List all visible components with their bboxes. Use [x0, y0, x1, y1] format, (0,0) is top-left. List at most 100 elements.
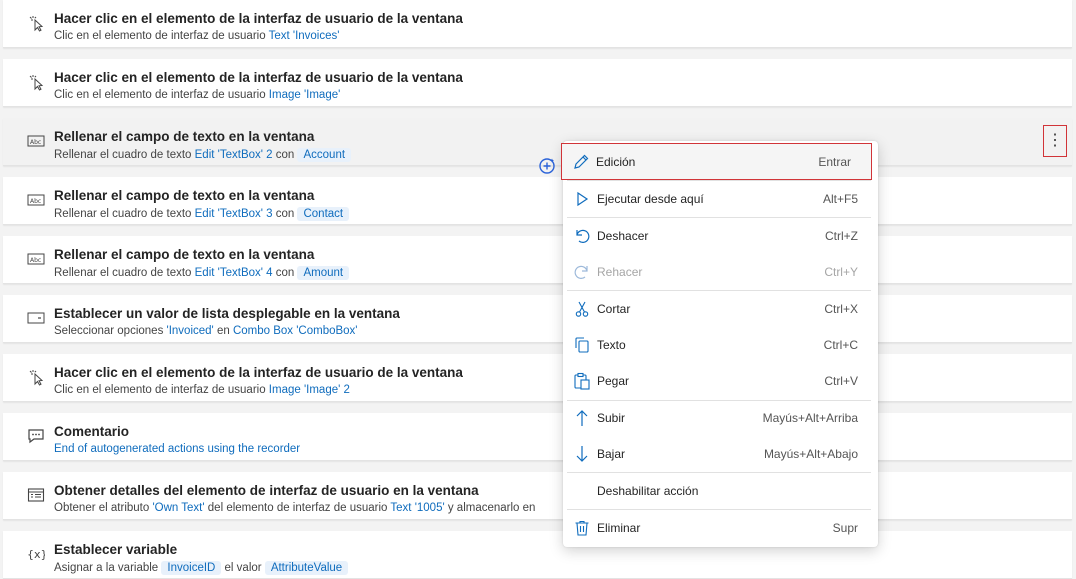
- more-options-button[interactable]: ⋮: [1043, 125, 1067, 157]
- copy-icon: [573, 336, 591, 354]
- menu-item-edit[interactable]: Edición Entrar: [561, 143, 872, 180]
- action-row-set-variable[interactable]: {x} Establecer variable Asignar a la var…: [3, 531, 1072, 579]
- cursor-click-icon: [27, 14, 45, 32]
- menu-item-run-from-here[interactable]: Ejecutar desde aquí Alt+F5: [563, 181, 878, 217]
- menu-item-shortcut: Mayús+Alt+Arriba: [762, 411, 858, 425]
- menu-item-disable-action[interactable]: Deshabilitar acción: [563, 473, 878, 509]
- menu-item-cut[interactable]: Cortar Ctrl+X: [563, 291, 878, 327]
- ui-element-link[interactable]: Combo Box 'ComboBox': [233, 325, 358, 337]
- subtitle-text: con: [272, 267, 298, 279]
- variable-chip[interactable]: Amount: [297, 266, 350, 280]
- action-title: Hacer clic en el elemento de la interfaz…: [54, 365, 463, 380]
- action-subtitle: Rellenar el cuadro de texto Edit 'TextBo…: [54, 207, 350, 221]
- ui-element-link[interactable]: Text '1005': [390, 502, 444, 514]
- action-subtitle: Clic en el elemento de interfaz de usuar…: [54, 89, 340, 101]
- details-icon: [27, 486, 45, 504]
- subtitle-text: el valor: [221, 562, 265, 574]
- subtitle-text: del elemento de interfaz de usuario: [204, 502, 391, 514]
- menu-item-label: Cortar: [597, 302, 631, 316]
- menu-item-label: Texto: [597, 338, 626, 352]
- variable-chip[interactable]: Account: [297, 148, 352, 162]
- action-row-click-image[interactable]: Hacer clic en el elemento de la interfaz…: [3, 59, 1072, 107]
- subtitle-text: Rellenar el cuadro de texto: [54, 267, 195, 279]
- menu-item-paste[interactable]: Pegar Ctrl+V: [563, 363, 878, 399]
- menu-item-shortcut: Mayús+Alt+Abajo: [763, 447, 858, 461]
- textbox-icon: Abc: [27, 250, 45, 268]
- variable-chip[interactable]: InvoiceID: [161, 561, 222, 575]
- ui-element-link[interactable]: Image 'Image' 2: [269, 384, 350, 396]
- action-row-set-dropdown[interactable]: Establecer un valor de lista desplegable…: [3, 295, 1072, 343]
- menu-item-label: Eliminar: [597, 521, 641, 535]
- menu-item-shortcut: Ctrl+X: [824, 302, 858, 316]
- comment-icon: [27, 427, 45, 445]
- context-menu: Edición Entrar Ejecutar desde aquí Alt+F…: [561, 141, 878, 547]
- undo-icon: [573, 227, 591, 245]
- action-row-get-details[interactable]: Obtener detalles del elemento de interfa…: [3, 472, 1072, 520]
- action-subtitle: Asignar a la variable InvoiceID el valor…: [54, 561, 349, 575]
- menu-item-shortcut: Ctrl+C: [823, 338, 858, 352]
- action-row-comment[interactable]: Comentario End of autogenerated actions …: [3, 413, 1072, 461]
- action-row-fill-textbox-3[interactable]: Abc Rellenar el campo de texto en la ven…: [3, 177, 1072, 225]
- action-subtitle: Obtener el atributo 'Own Text' del eleme…: [54, 502, 535, 514]
- svg-text:Abc: Abc: [30, 139, 41, 146]
- dropdown-icon: [27, 309, 45, 327]
- trash-icon: [573, 519, 591, 537]
- attribute-link[interactable]: 'Own Text': [152, 502, 204, 514]
- menu-item-label: Edición: [596, 155, 636, 169]
- menu-item-shortcut: Entrar: [818, 155, 851, 169]
- arrow-down-icon: [573, 445, 591, 463]
- subtitle-text: con: [272, 208, 298, 220]
- subtitle-text: con: [272, 149, 298, 161]
- subtitle-text: Clic en el elemento de interfaz de usuar…: [54, 89, 269, 101]
- variable-icon: {x}: [27, 545, 48, 563]
- variable-chip[interactable]: Contact: [297, 207, 350, 221]
- action-title: Rellenar el campo de texto en la ventana: [54, 188, 315, 203]
- subtitle-text: y almacenarlo en: [444, 502, 536, 514]
- menu-item-move-up[interactable]: Subir Mayús+Alt+Arriba: [563, 400, 878, 436]
- subtitle-text: Rellenar el cuadro de texto: [54, 149, 195, 161]
- menu-item-undo[interactable]: Deshacer Ctrl+Z: [563, 218, 878, 254]
- paste-icon: [573, 372, 591, 390]
- textbox-icon: Abc: [27, 191, 45, 209]
- menu-item-label: Subir: [597, 411, 626, 425]
- variable-chip[interactable]: AttributeValue: [264, 561, 349, 575]
- svg-text:Abc: Abc: [30, 257, 41, 264]
- action-subtitle: End of autogenerated actions using the r…: [54, 443, 300, 455]
- menu-item-delete[interactable]: Eliminar Supr: [563, 510, 878, 546]
- action-subtitle: Clic en el elemento de interfaz de usuar…: [54, 384, 350, 396]
- action-row-click-invoices[interactable]: Hacer clic en el elemento de la interfaz…: [3, 0, 1072, 48]
- ui-element-link[interactable]: Edit 'TextBox' 3: [195, 208, 273, 220]
- copilot-add-icon[interactable]: [538, 157, 556, 175]
- redo-icon: [573, 263, 591, 281]
- menu-item-redo: Rehacer Ctrl+Y: [563, 254, 878, 290]
- action-title: Obtener detalles del elemento de interfa…: [54, 483, 479, 498]
- menu-item-move-down[interactable]: Bajar Mayús+Alt+Abajo: [563, 436, 878, 472]
- menu-item-shortcut: Supr: [832, 521, 858, 535]
- action-title: Hacer clic en el elemento de la interfaz…: [54, 11, 463, 26]
- menu-item-shortcut: Alt+F5: [822, 192, 858, 206]
- ui-element-link[interactable]: Edit 'TextBox' 2: [195, 149, 273, 161]
- ui-element-link[interactable]: Image 'Image': [269, 89, 341, 101]
- menu-item-shortcut: Ctrl+Y: [824, 265, 858, 279]
- ui-element-link[interactable]: Edit 'TextBox' 4: [195, 267, 273, 279]
- action-title: Rellenar el campo de texto en la ventana: [54, 129, 315, 144]
- action-subtitle: Rellenar el cuadro de texto Edit 'TextBo…: [54, 266, 350, 280]
- arrow-up-icon: [573, 409, 591, 427]
- menu-item-label: Deshabilitar acción: [597, 484, 699, 498]
- subtitle-text: en: [213, 325, 233, 337]
- action-row-click-image-2[interactable]: Hacer clic en el elemento de la interfaz…: [3, 354, 1072, 402]
- action-title: Establecer variable: [54, 542, 178, 557]
- action-row-fill-textbox-4[interactable]: Abc Rellenar el campo de texto en la ven…: [3, 236, 1072, 284]
- action-list: Hacer clic en el elemento de la interfaz…: [0, 0, 1076, 579]
- menu-item-label: Deshacer: [597, 229, 649, 243]
- subtitle-text: Clic en el elemento de interfaz de usuar…: [54, 384, 269, 396]
- ui-element-link[interactable]: Text 'Invoices': [269, 30, 340, 42]
- scissors-icon: [573, 300, 591, 318]
- comment-text: End of autogenerated actions using the r…: [54, 443, 301, 455]
- svg-text:Abc: Abc: [30, 198, 41, 205]
- menu-item-copy[interactable]: Texto Ctrl+C: [563, 327, 878, 363]
- action-subtitle: Clic en el elemento de interfaz de usuar…: [54, 30, 339, 42]
- option-value-link[interactable]: 'Invoiced': [167, 325, 214, 337]
- subtitle-text: Obtener el atributo: [54, 502, 153, 514]
- subtitle-text: Rellenar el cuadro de texto: [54, 208, 195, 220]
